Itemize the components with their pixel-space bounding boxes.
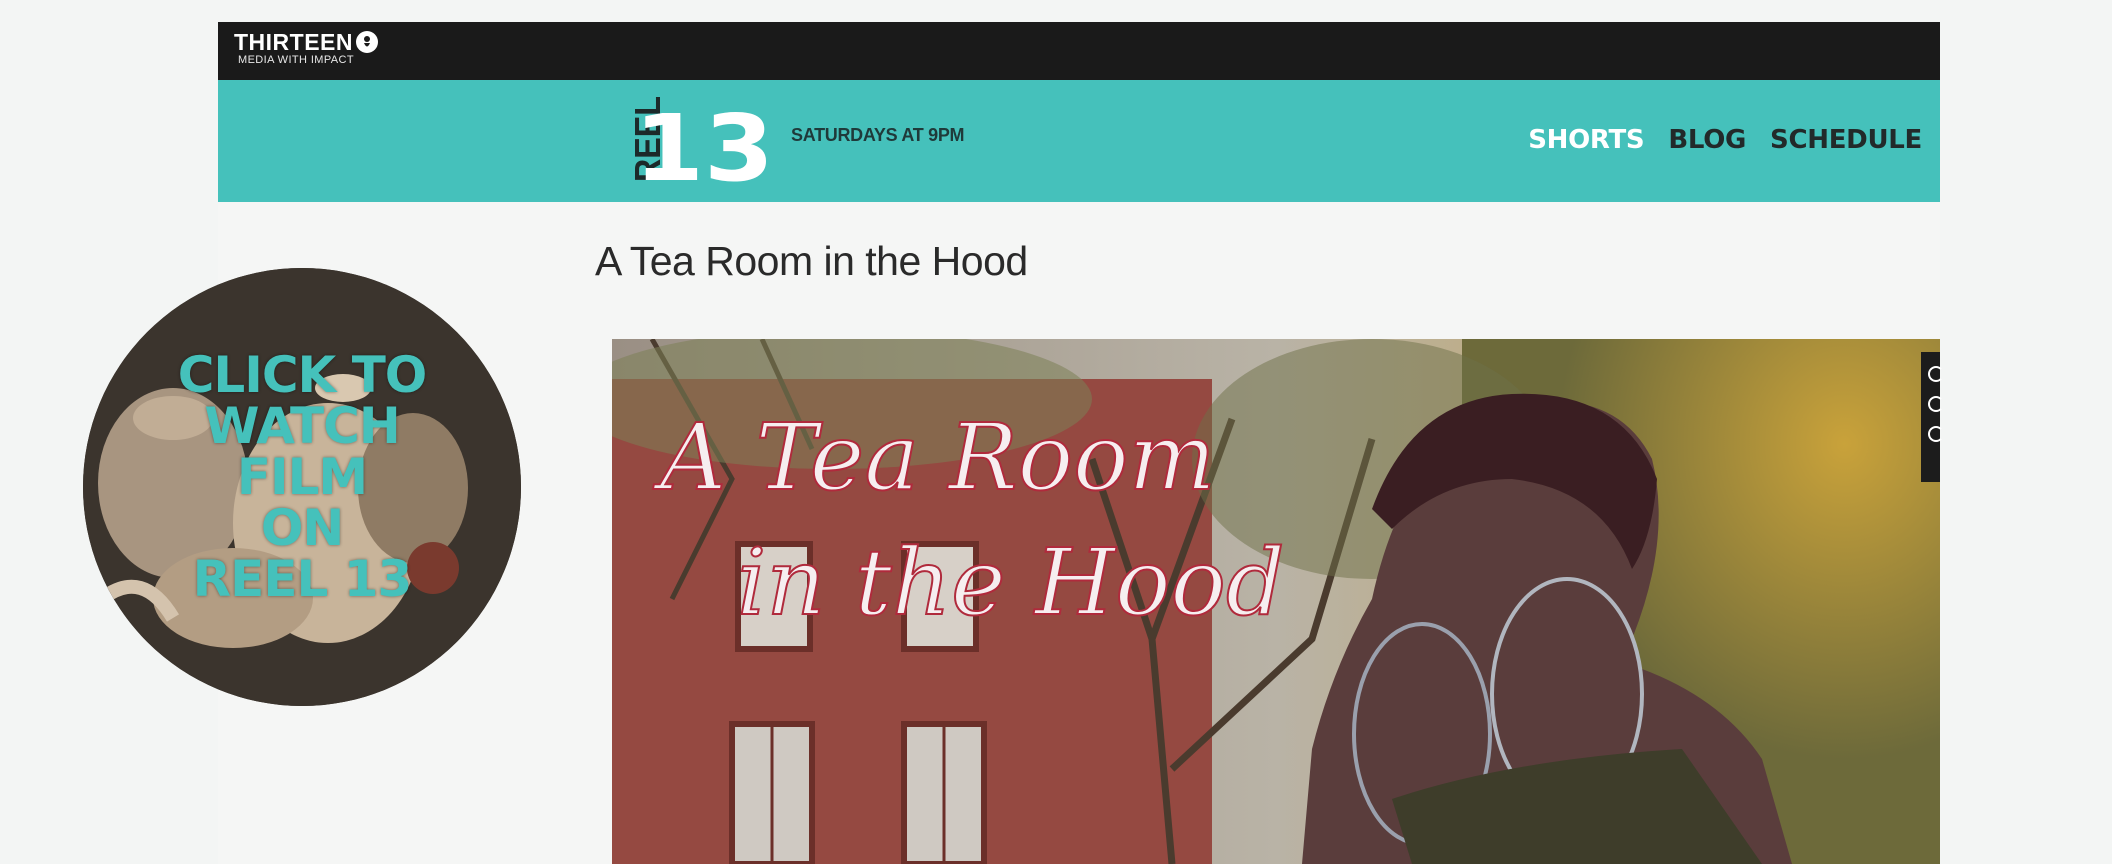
video-title-line2: in the Hood [737, 529, 1285, 636]
comment-icon[interactable] [1928, 396, 1944, 412]
pbs-icon [356, 31, 378, 53]
thirteen-top-bar: THIRTEEN MEDIA WITH IMPACT [218, 22, 1940, 80]
reel13-header: REEL 13 SATURDAYS AT 9PM SHORTS BLOG SCH… [218, 80, 1940, 202]
promo-line: REEL 13 [192, 550, 413, 608]
promo-line: ON [260, 499, 344, 557]
nav-blog[interactable]: BLOG [1668, 125, 1746, 155]
video-title-line1: A Tea Room [652, 404, 1216, 511]
airtime-text: SATURDAYS AT 9PM [791, 125, 965, 145]
video-player[interactable]: A Tea Room in the Hood [612, 339, 1940, 864]
thirteen-logo[interactable]: THIRTEEN MEDIA WITH IMPACT [234, 29, 378, 66]
share-icon[interactable] [1928, 426, 1944, 442]
watch-film-promo[interactable]: CLICK TO WATCH FILM ON REEL 13 [83, 268, 521, 706]
video-side-toolbar [1921, 352, 1944, 482]
like-icon[interactable] [1928, 366, 1944, 382]
promo-line: WATCH [204, 397, 400, 455]
reel13-logo-13: 13 [634, 96, 774, 182]
promo-line: FILM [236, 448, 368, 506]
main-nav: SHORTS BLOG SCHEDULE [1528, 125, 1922, 155]
promo-line: CLICK TO [177, 346, 428, 404]
video-still: A Tea Room in the Hood [612, 339, 1940, 864]
page-title: A Tea Room in the Hood [595, 238, 1028, 284]
reel13-logo[interactable]: REEL 13 [596, 95, 780, 202]
thirteen-wordmark: THIRTEEN [234, 29, 353, 55]
nav-schedule[interactable]: SCHEDULE [1770, 125, 1922, 155]
thirteen-tagline: MEDIA WITH IMPACT [238, 54, 354, 66]
nav-shorts[interactable]: SHORTS [1528, 125, 1644, 155]
promo-headline: CLICK TO WATCH FILM ON REEL 13 [83, 350, 521, 605]
